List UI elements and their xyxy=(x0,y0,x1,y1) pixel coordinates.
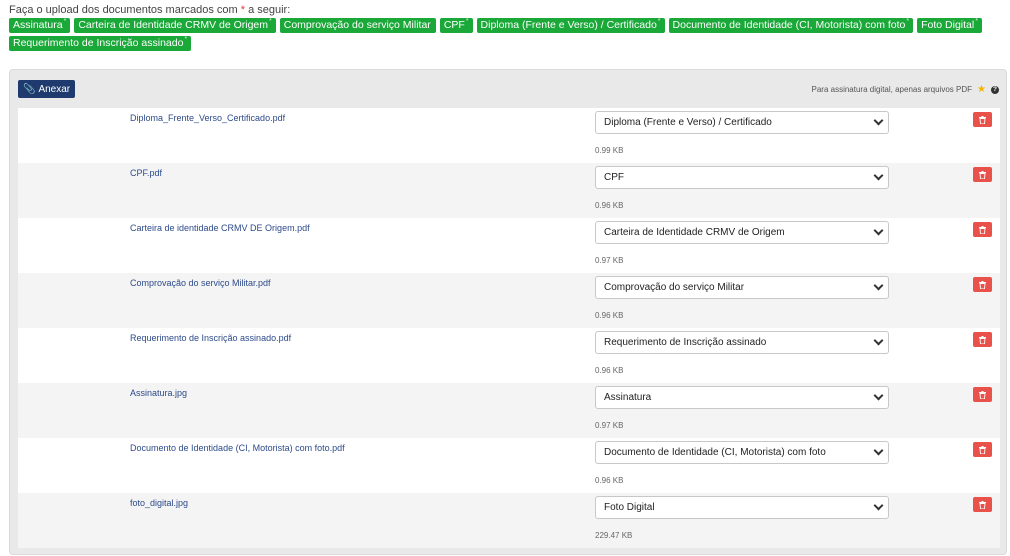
file-row: Documento de Identidade (CI, Motorista) … xyxy=(18,438,1000,493)
attach-button[interactable]: 📎 Anexar xyxy=(18,80,76,98)
file-row: foto_digital.jpg Foto Digital 229.47 KB xyxy=(18,493,1000,548)
trash-icon xyxy=(979,500,986,509)
document-tag: Carteira de Identidade CRMV de Origem * xyxy=(74,18,276,33)
file-size: 0.96 KB xyxy=(595,366,624,375)
chevron-down-icon xyxy=(873,335,884,346)
instructions-text-end: a seguir: xyxy=(245,4,291,16)
note-text: Para assinatura digital, apenas arquivos… xyxy=(811,85,973,94)
document-tag: Documento de Identidade (CI, Motorista) … xyxy=(668,18,914,33)
select-value: Comprovação do serviço Militar xyxy=(604,282,745,293)
file-list: Diploma_Frente_Verso_Certificado.pdf Dip… xyxy=(18,108,1000,548)
chevron-down-icon xyxy=(873,280,884,291)
select-value: Foto Digital xyxy=(604,502,655,513)
digital-signature-note: Para assinatura digital, apenas arquivos… xyxy=(811,84,999,95)
trash-icon xyxy=(979,170,986,179)
delete-button[interactable] xyxy=(973,277,992,292)
attachments-panel: 📎 Anexar Para assinatura digital, apenas… xyxy=(9,69,1007,555)
document-type-select[interactable]: Assinatura xyxy=(595,386,889,409)
trash-icon xyxy=(979,225,986,234)
file-row: Diploma_Frente_Verso_Certificado.pdf Dip… xyxy=(18,108,1000,163)
paperclip-icon: 📎 xyxy=(23,83,36,95)
document-tag: Requerimento de Inscrição assinado * xyxy=(9,36,192,51)
file-size: 0.97 KB xyxy=(595,421,624,430)
file-size: 0.96 KB xyxy=(595,476,624,485)
select-value: Diploma (Frente e Verso) / Certificado xyxy=(604,117,772,128)
chevron-down-icon xyxy=(873,500,884,511)
chevron-down-icon xyxy=(873,115,884,126)
file-row: Requerimento de Inscrição assinado.pdf R… xyxy=(18,328,1000,383)
document-type-select[interactable]: Diploma (Frente e Verso) / Certificado xyxy=(595,111,889,134)
file-name[interactable]: Requerimento de Inscrição assinado.pdf xyxy=(130,333,291,343)
select-value: Documento de Identidade (CI, Motorista) … xyxy=(604,447,826,458)
file-name[interactable]: foto_digital.jpg xyxy=(130,498,188,508)
file-name[interactable]: Diploma_Frente_Verso_Certificado.pdf xyxy=(130,113,285,123)
document-type-select[interactable]: Documento de Identidade (CI, Motorista) … xyxy=(595,441,889,464)
document-type-select[interactable]: CPF xyxy=(595,166,889,189)
chevron-down-icon xyxy=(873,390,884,401)
trash-icon xyxy=(979,335,986,344)
select-value: CPF xyxy=(604,172,624,183)
attach-button-label: Anexar xyxy=(38,83,71,95)
select-value: Requerimento de Inscrição assinado xyxy=(604,337,767,348)
delete-button[interactable] xyxy=(973,222,992,237)
file-row: Assinatura.jpg Assinatura 0.97 KB xyxy=(18,383,1000,438)
delete-button[interactable] xyxy=(973,332,992,347)
file-size: 229.47 KB xyxy=(595,531,633,540)
trash-icon xyxy=(979,280,986,289)
delete-button[interactable] xyxy=(973,112,992,127)
file-row: Comprovação do serviço Militar.pdf Compr… xyxy=(18,273,1000,328)
document-type-select[interactable]: Comprovação do serviço Militar xyxy=(595,276,889,299)
select-value: Carteira de Identidade CRMV de Origem xyxy=(604,227,785,238)
file-name[interactable]: Comprovação do serviço Militar.pdf xyxy=(130,278,271,288)
file-name[interactable]: Documento de Identidade (CI, Motorista) … xyxy=(130,443,345,453)
help-icon[interactable]: ? xyxy=(991,85,999,94)
document-tag: Diploma (Frente e Verso) / Certificado * xyxy=(476,18,665,33)
delete-button[interactable] xyxy=(973,167,992,182)
document-tag: Assinatura * xyxy=(9,18,71,33)
instructions-text: Faça o upload dos documentos marcados co… xyxy=(9,4,241,16)
document-type-select[interactable]: Foto Digital xyxy=(595,496,889,519)
file-name[interactable]: Carteira de identidade CRMV DE Origem.pd… xyxy=(130,223,310,233)
upload-instructions: Faça o upload dos documentos marcados co… xyxy=(9,4,290,16)
document-type-select[interactable]: Requerimento de Inscrição assinado xyxy=(595,331,889,354)
document-tag: Foto Digital * xyxy=(917,18,982,33)
document-tag: Comprovação do serviço Militar xyxy=(279,18,436,33)
star-icon: ★ xyxy=(977,84,986,95)
chevron-down-icon xyxy=(873,170,884,181)
delete-button[interactable] xyxy=(973,387,992,402)
file-row: CPF.pdf CPF 0.96 KB xyxy=(18,163,1000,218)
file-size: 0.99 KB xyxy=(595,146,624,155)
trash-icon xyxy=(979,390,986,399)
document-type-select[interactable]: Carteira de Identidade CRMV de Origem xyxy=(595,221,889,244)
delete-button[interactable] xyxy=(973,497,992,512)
delete-button[interactable] xyxy=(973,442,992,457)
file-size: 0.96 KB xyxy=(595,311,624,320)
file-name[interactable]: CPF.pdf xyxy=(130,168,162,178)
file-row: Carteira de identidade CRMV DE Origem.pd… xyxy=(18,218,1000,273)
trash-icon xyxy=(979,445,986,454)
document-tag: CPF * xyxy=(439,18,473,33)
file-size: 0.97 KB xyxy=(595,256,624,265)
required-documents-tags: Assinatura * Carteira de Identidade CRMV … xyxy=(9,18,999,51)
file-name[interactable]: Assinatura.jpg xyxy=(130,388,187,398)
select-value: Assinatura xyxy=(604,392,652,403)
trash-icon xyxy=(979,115,986,124)
chevron-down-icon xyxy=(873,445,884,456)
file-size: 0.96 KB xyxy=(595,201,624,210)
chevron-down-icon xyxy=(873,225,884,236)
